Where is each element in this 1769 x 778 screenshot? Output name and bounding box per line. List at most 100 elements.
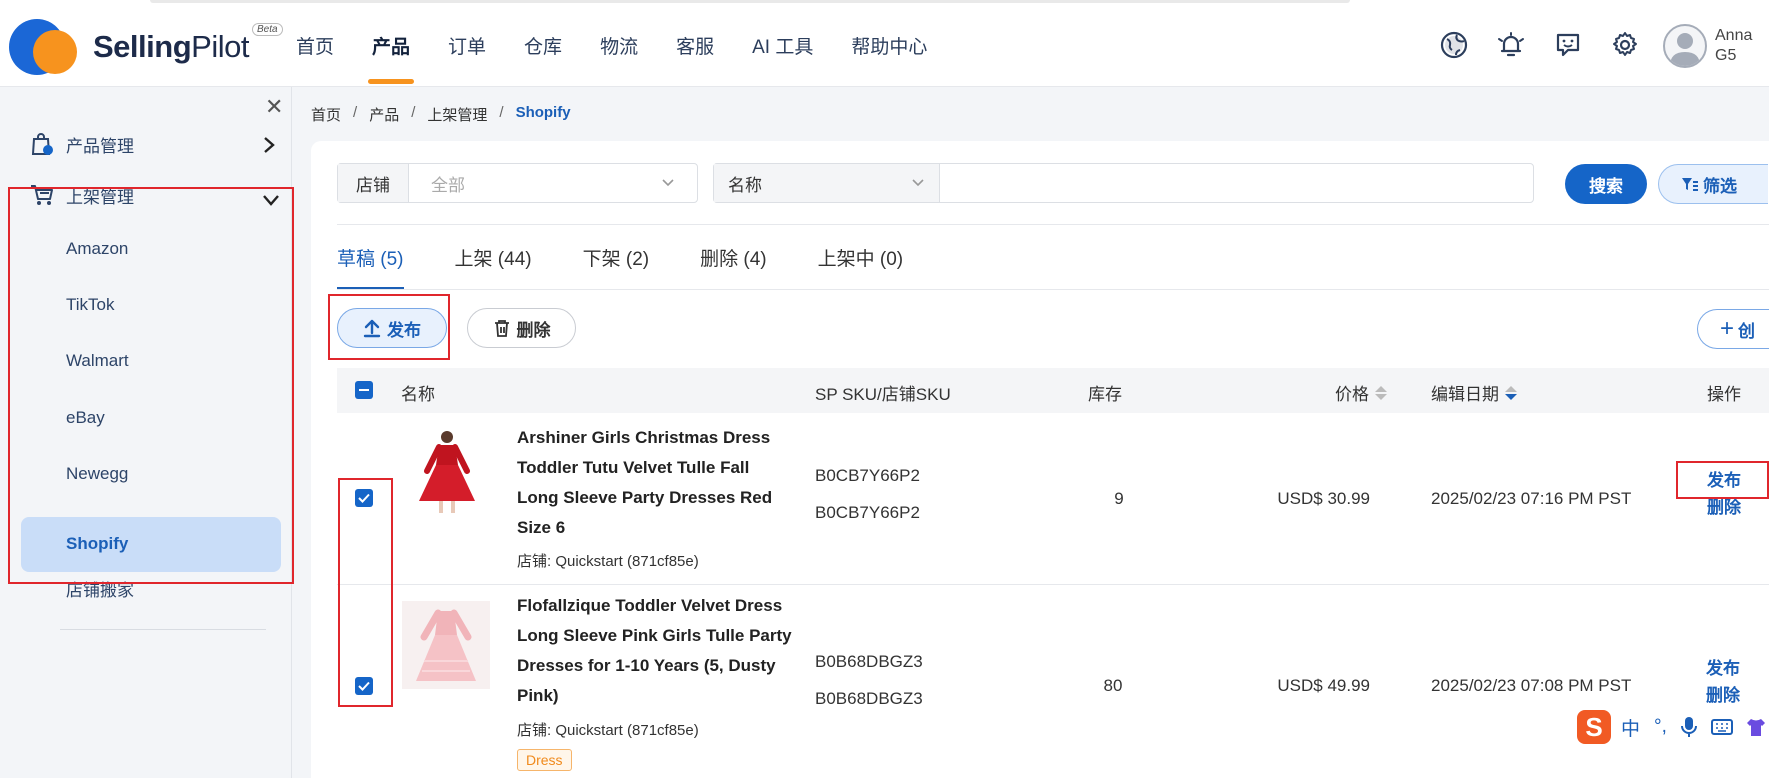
breadcrumb: 首页 / 产品 / 上架管理 / Shopify — [311, 104, 571, 125]
product-name[interactable]: Arshiner Girls Christmas Dress Toddler T… — [517, 423, 792, 543]
logo-text: SellingPilot — [93, 29, 249, 64]
highlight-box-row-publish — [1676, 461, 1769, 499]
store-filter: 店铺 全部 — [337, 163, 698, 203]
price-cell: USD$ 30.99 — [1277, 489, 1370, 508]
filter-button[interactable]: 筛选 — [1658, 164, 1768, 204]
col-name: 名称 — [401, 385, 435, 404]
col-date: 编辑日期 — [1431, 385, 1499, 404]
nav-warehouse[interactable]: 仓库 — [524, 32, 562, 59]
keyword-filter: 名称 — [713, 163, 1534, 203]
chevron-down-icon — [912, 179, 924, 187]
nav-ai-tools[interactable]: AI 工具 — [752, 32, 813, 59]
nav-help-center[interactable]: 帮助中心 — [851, 32, 927, 59]
delete-button[interactable]: 删除 — [467, 308, 576, 348]
field-select[interactable]: 名称 — [714, 164, 940, 202]
search-input[interactable] — [940, 164, 1533, 202]
date-cell: 2025/02/23 07:16 PM PST — [1431, 489, 1632, 508]
nav-home[interactable]: 首页 — [296, 32, 334, 59]
sidebar-group-product-management[interactable]: 产品管理 — [28, 130, 134, 158]
highlight-box-publish — [328, 294, 450, 360]
price-cell: USD$ 49.99 — [1277, 676, 1370, 695]
divider — [337, 224, 1769, 225]
ime-language[interactable]: 中 — [1621, 714, 1640, 741]
user-menu[interactable]: Anna G5 — [1663, 24, 1752, 68]
nav-orders[interactable]: 订单 — [448, 32, 486, 59]
breadcrumb-products[interactable]: 产品 — [369, 104, 399, 125]
plus-icon: + — [1720, 315, 1735, 342]
tab-publishing[interactable]: 上架中 (0) — [818, 244, 904, 271]
store-select[interactable]: 全部 — [409, 164, 697, 202]
status-tabs: 草稿 (5) 上架 (44) 下架 (2) 删除 (4) 上架中 (0) — [337, 244, 954, 290]
keyboard-icon[interactable] — [1710, 719, 1733, 735]
shopping-bag-icon — [31, 133, 53, 155]
sidebar-group-label: 产品管理 — [66, 136, 134, 156]
tab-draft[interactable]: 草稿 (5) — [337, 244, 404, 290]
sidebar-divider — [60, 629, 266, 630]
sort-icon — [1375, 385, 1387, 400]
product-name[interactable]: Flofallzique Toddler Velvet Dress Long S… — [517, 591, 792, 711]
search-button[interactable]: 搜索 — [1565, 164, 1647, 204]
sku-cell: B0CB7Y66P2 B0CB7Y66P2 — [815, 466, 920, 522]
date-cell: 2025/02/23 07:08 PM PST — [1431, 676, 1632, 695]
row-publish-link[interactable]: 发布 — [1706, 655, 1740, 682]
col-price: 价格 — [1335, 385, 1369, 404]
col-stock: 库存 — [1088, 385, 1122, 404]
breadcrumb-current: Shopify — [515, 104, 571, 121]
stock-cell: 9 — [1114, 489, 1124, 508]
col-actions: 操作 — [1707, 385, 1741, 404]
chevron-down-icon — [662, 179, 674, 187]
product-image[interactable] — [403, 427, 491, 515]
top-navigation-bar: SellingPilot Beta 首页 产品 订单 仓库 物流 客服 AI 工… — [0, 0, 1769, 87]
product-tag: Dress — [517, 749, 572, 771]
sort-icon — [1505, 385, 1517, 400]
bell-icon[interactable] — [1494, 28, 1528, 62]
breadcrumb-home[interactable]: 首页 — [311, 104, 341, 125]
store-label: 店铺: Quickstart (871cf85e) — [517, 553, 699, 570]
table-row: Arshiner Girls Christmas Dress Toddler T… — [337, 413, 1769, 585]
table-row: Flofallzique Toddler Velvet Dress Long S… — [337, 585, 1769, 778]
avatar — [1663, 24, 1707, 68]
message-icon[interactable] — [1551, 28, 1585, 62]
top-icon-group — [1437, 28, 1665, 62]
divider — [337, 289, 1769, 290]
tab-deleted[interactable]: 删除 (4) — [700, 244, 767, 271]
chevron-right-icon[interactable] — [262, 136, 276, 154]
breadcrumb-listing[interactable]: 上架管理 — [427, 104, 487, 125]
beta-badge: Beta — [252, 23, 283, 36]
tab-listed[interactable]: 上架 (44) — [455, 244, 532, 271]
stock-cell: 80 — [1103, 676, 1123, 695]
globe-icon[interactable] — [1437, 28, 1471, 62]
ime-toolbar[interactable]: S 中 °, — [1577, 708, 1769, 746]
create-button[interactable]: + 创 — [1697, 309, 1769, 349]
ime-logo: S — [1577, 710, 1611, 744]
select-all-checkbox[interactable] — [355, 381, 373, 399]
store-label: 店铺: Quickstart (871cf85e) — [517, 722, 699, 739]
product-image[interactable] — [402, 601, 490, 689]
punctuation-icon[interactable]: °, — [1654, 716, 1667, 738]
trash-icon — [494, 320, 509, 337]
gear-icon[interactable] — [1608, 28, 1642, 62]
store-filter-label: 店铺 — [338, 164, 409, 202]
filter-bar: 店铺 全部 名称 — [337, 163, 1534, 203]
sku-cell: B0B68DBGZ3 B0B68DBGZ3 — [815, 652, 923, 708]
filter-icon — [1682, 178, 1698, 191]
browser-top-edge — [150, 0, 1350, 3]
col-sku: SP SKU/店铺SKU — [815, 385, 951, 404]
logo-mark-icon — [9, 18, 79, 76]
user-name: Anna G5 — [1715, 27, 1753, 64]
main-nav: 首页 产品 订单 仓库 物流 客服 AI 工具 帮助中心 — [296, 32, 965, 84]
skin-icon[interactable] — [1745, 717, 1767, 737]
nav-support[interactable]: 客服 — [676, 32, 714, 59]
col-price-sort[interactable]: 价格 — [1335, 380, 1387, 405]
tab-delisted[interactable]: 下架 (2) — [583, 244, 650, 271]
row-delete-link[interactable]: 删除 — [1706, 682, 1740, 709]
microphone-icon[interactable] — [1680, 716, 1697, 738]
table-header: 名称 SP SKU/店铺SKU 库存 价格 编辑日期 操作 — [337, 368, 1769, 413]
app-logo[interactable]: SellingPilot — [9, 18, 249, 76]
close-icon[interactable]: ✕ — [265, 94, 283, 120]
nav-logistics[interactable]: 物流 — [600, 32, 638, 59]
highlight-box-checkboxes — [338, 478, 393, 707]
col-date-sort[interactable]: 编辑日期 — [1431, 380, 1517, 405]
highlight-box-sidebar — [8, 187, 294, 584]
nav-products[interactable]: 产品 — [368, 32, 415, 84]
